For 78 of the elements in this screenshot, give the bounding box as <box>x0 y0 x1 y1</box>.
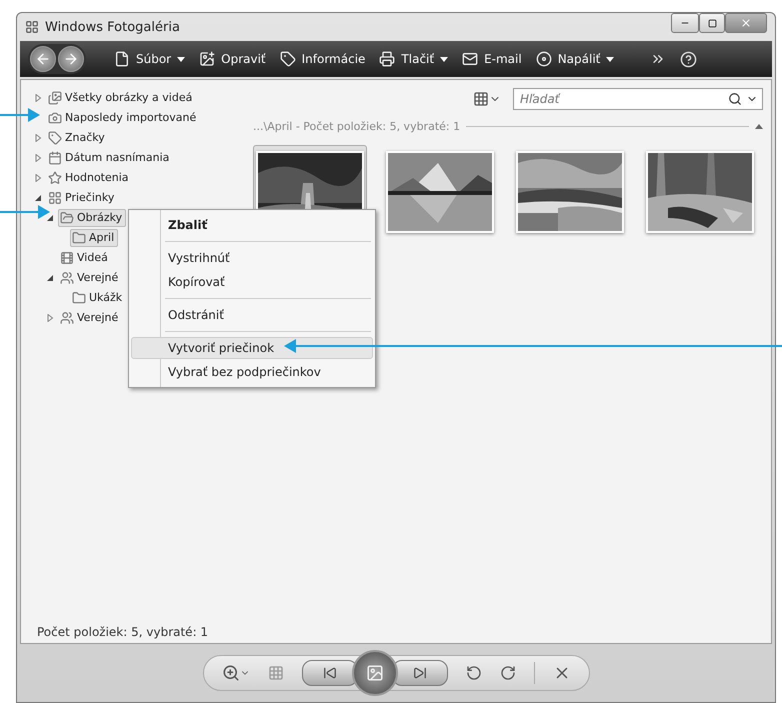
callout-arrow <box>0 108 40 122</box>
back-button[interactable] <box>30 46 56 72</box>
tree-item[interactable]: Ukážk <box>70 288 126 306</box>
toolbar-button[interactable]: E-mail <box>462 51 522 67</box>
toolbar-button[interactable]: Súbor <box>114 51 186 67</box>
forward-button[interactable] <box>58 46 84 72</box>
calendar-icon <box>48 150 62 164</box>
rotate-right-button[interactable] <box>500 665 516 681</box>
collapse-icon[interactable] <box>755 124 763 129</box>
disc-icon <box>536 51 552 67</box>
search-icon[interactable] <box>728 92 742 106</box>
edit-image-icon <box>199 51 216 67</box>
view-options-button[interactable] <box>473 91 501 107</box>
maximize-icon <box>708 18 716 28</box>
menu-item[interactable]: Kopírovať <box>131 271 373 293</box>
expand-arrow-icon[interactable] <box>34 94 42 102</box>
grid-icon <box>268 665 284 681</box>
close-button[interactable] <box>725 13 767 33</box>
tree-item[interactable]: Priečinky <box>46 188 118 206</box>
zoom-icon <box>222 664 240 682</box>
menu-item[interactable]: Vytvoriť priečinok <box>131 337 373 359</box>
tree-item[interactable]: Videá <box>58 248 112 266</box>
toolbar-button[interactable]: Tlačiť <box>379 51 448 67</box>
rotate-left-button[interactable] <box>466 665 482 681</box>
forward-arrow-icon <box>63 51 79 67</box>
tag-icon <box>48 130 62 144</box>
tree-item[interactable]: Obrázky <box>58 208 126 226</box>
collapse-arrow-icon[interactable] <box>46 274 54 282</box>
rotate-left-icon <box>466 665 482 681</box>
status-text: Počet položiek: 5, vybraté: 1 <box>37 625 208 639</box>
zoom-button[interactable] <box>222 664 250 682</box>
menu-item[interactable]: Odstrániť <box>131 304 373 326</box>
skip-back-icon <box>322 666 336 680</box>
slideshow-button[interactable] <box>352 650 398 696</box>
tag-icon <box>280 51 296 67</box>
tree-item[interactable]: Hodnotenia <box>46 168 133 186</box>
expand-arrow-icon[interactable] <box>34 174 42 182</box>
star-icon <box>48 170 62 184</box>
minimize-button[interactable] <box>671 13 699 33</box>
grid-icon <box>473 91 489 107</box>
expand-arrow-icon[interactable] <box>34 134 42 142</box>
help-icon <box>680 50 698 68</box>
tree-item[interactable]: Dátum nasnímania <box>46 148 174 166</box>
close-icon <box>740 17 752 29</box>
tree-item[interactable]: Verejné <box>58 268 122 286</box>
tree-item[interactable]: April <box>70 228 118 246</box>
toolbar-button[interactable]: Napáliť <box>536 51 614 67</box>
callout-arrow <box>0 205 50 219</box>
collapse-arrow-icon[interactable] <box>46 214 54 222</box>
maximize-button[interactable] <box>699 13 725 33</box>
file-icon <box>114 51 130 67</box>
tree-item[interactable]: Verejné <box>58 308 122 326</box>
skip-forward-icon <box>412 666 426 680</box>
users-folder-icon <box>60 270 74 284</box>
images-icon <box>48 90 62 104</box>
tree-item[interactable]: Značky <box>46 128 109 146</box>
app-icon <box>25 20 39 34</box>
printer-icon <box>379 51 396 67</box>
menu-item[interactable]: Zbaliť <box>131 214 373 236</box>
search-field[interactable]: Hľadať <box>513 88 763 110</box>
image-icon <box>366 664 384 682</box>
camera-icon <box>48 110 62 124</box>
toolbar-button[interactable]: Informácie <box>280 51 366 67</box>
expand-arrow-icon[interactable] <box>34 154 42 162</box>
menu-item[interactable]: Vybrať bez podpriečinkov <box>131 361 373 383</box>
window-title: Windows Fotogaléria <box>45 20 181 34</box>
menu-item[interactable]: Vystrihnúť <box>131 247 373 269</box>
film-icon <box>60 250 74 264</box>
group-header: ...\April - Počet položiek: 5, vybraté: 1 <box>253 120 460 133</box>
help-button[interactable] <box>680 50 698 68</box>
users-folder-icon <box>60 310 74 324</box>
expand-arrow-icon[interactable] <box>46 314 54 322</box>
toolbar-button[interactable]: Opraviť <box>199 51 266 67</box>
tree-item[interactable]: Všetky obrázky a videá <box>46 88 196 106</box>
tree-item[interactable]: Naposledy importované <box>46 108 200 126</box>
mail-icon <box>462 51 478 67</box>
rotate-right-icon <box>500 665 516 681</box>
collapse-arrow-icon[interactable] <box>34 194 42 202</box>
